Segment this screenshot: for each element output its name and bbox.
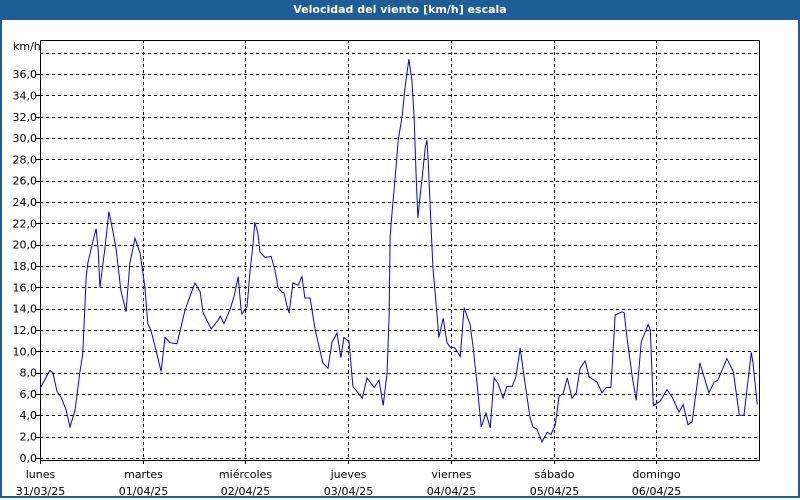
x-tick-date-label: 01/04/25 [119,485,168,498]
y-tick-label: 32,0 [13,111,38,124]
grid [40,40,759,460]
x-tick-date-label: 06/04/25 [632,485,681,498]
y-tick-label: 8,0 [20,367,38,380]
wind-speed-chart: lunes 31/03/25 martes 01/04/25 miércoles 02/0… [13,40,760,498]
plot-border [40,40,760,461]
y-tick-label: 34,0 [13,89,38,102]
y-tick-label: 4,0 [20,409,38,422]
y-tick-label: 12,0 [13,324,38,337]
series-line-wind-speed [39,59,758,444]
x-tick-date-label: 03/04/25 [324,485,373,498]
y-tick-label: 30,0 [13,132,38,145]
x-tick-date-label: 31/03/25 [16,485,65,498]
y-tick-label: 18,0 [13,260,38,273]
y-tick-label: 6,0 [20,388,38,401]
x-tick-day-label: miércoles [219,468,272,481]
y-tick-label: 36,0 [13,68,38,81]
y-tick-label: 10,0 [13,345,38,358]
x-tick-day-label: martes [124,468,163,481]
axes [36,40,760,464]
y-tick-label: 20,0 [13,239,38,252]
x-tick-day-label: domingo [632,468,680,481]
y-tick-label: 26,0 [13,175,38,188]
y-tick-label: 22,0 [13,217,38,230]
y-tick-label: 0,0 [20,452,38,465]
y-tick-label: 28,0 [13,153,38,166]
x-tick-day-label: sábado [535,468,575,481]
y-axis-unit-label: km/h [13,40,41,53]
x-tick-date-label: 02/04/25 [221,485,270,498]
x-tick-date-label: 04/04/25 [427,485,476,498]
x-tick-day-label: viernes [431,468,471,481]
tick-labels: lunes 31/03/25 martes 01/04/25 miércoles 02/0… [13,68,682,498]
x-tick-day-label: lunes [26,468,56,481]
x-tick-date-label: 05/04/25 [530,485,579,498]
y-tick-label: 14,0 [13,303,38,316]
x-tick-day-label: jueves [330,468,367,481]
y-tick-label: 24,0 [13,196,38,209]
y-tick-label: 16,0 [13,281,38,294]
y-tick-label: 2,0 [20,431,38,444]
